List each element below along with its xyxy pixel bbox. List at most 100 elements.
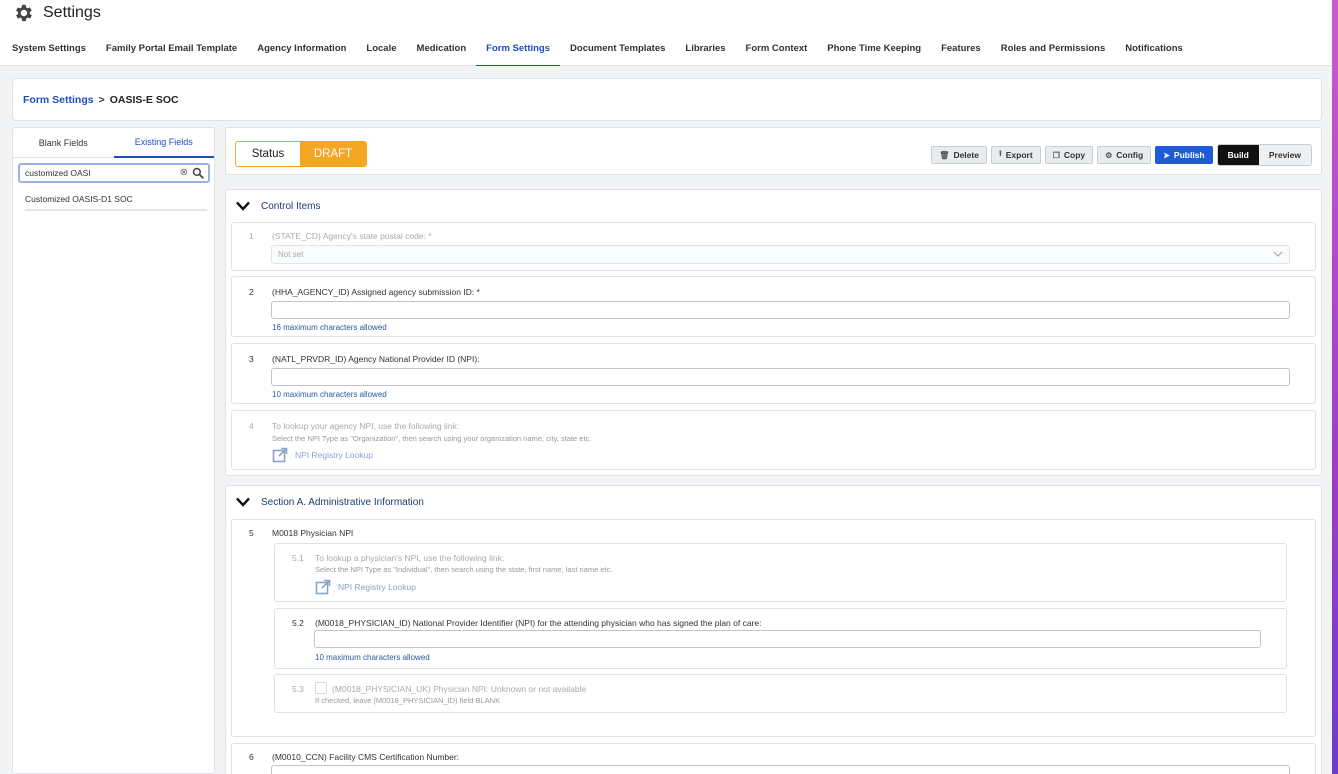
delete-button[interactable]: 🗑 Delete xyxy=(931,146,987,164)
item-number: 2 xyxy=(249,287,254,297)
item-label: To lookup your agency NPI, use the follo… xyxy=(272,421,460,431)
item-hint: 16 maximum characters allowed xyxy=(272,323,387,332)
npi-registry-link[interactable]: NPI Registry Lookup xyxy=(315,579,416,595)
gear-icon: ⚙ xyxy=(1105,150,1113,160)
work-area: Form Settings > OASIS-E SOC Blank Fields… xyxy=(0,66,1332,774)
field-library-tabs: Blank Fields Existing Fields xyxy=(13,128,214,158)
result-divider xyxy=(25,209,207,211)
item-label: (HHA_AGENCY_ID) Assigned agency submissi… xyxy=(272,287,480,297)
tab-form-settings[interactable]: Form Settings xyxy=(476,36,561,67)
section-title: Control Items xyxy=(261,200,321,212)
facility-ccn-field[interactable] xyxy=(271,765,1290,774)
export-label: Export xyxy=(1005,150,1033,160)
agency-npi-input[interactable] xyxy=(272,371,1289,387)
external-link-icon xyxy=(272,447,288,463)
sub-item-number: 5.1 xyxy=(292,553,304,563)
form-item: 4 To lookup your agency NPI, use the fol… xyxy=(231,410,1316,470)
breadcrumb-form-settings-link[interactable]: Form Settings xyxy=(23,94,94,106)
send-icon: ➤ xyxy=(1163,150,1170,160)
physician-npi-input[interactable] xyxy=(315,633,1260,649)
tab-phone-time-keeping[interactable]: Phone Time Keeping xyxy=(817,36,931,67)
copy-label: Copy xyxy=(1063,150,1086,160)
config-label: Config xyxy=(1116,150,1144,160)
build-toggle[interactable]: Build xyxy=(1217,145,1259,165)
section-administrative-information: Section A. Administrative Information 5 … xyxy=(225,485,1322,774)
physician-unknown-checkbox[interactable] xyxy=(315,682,327,694)
tab-agency-information[interactable]: Agency Information xyxy=(247,36,356,67)
tab-form-context[interactable]: Form Context xyxy=(736,36,818,67)
item-label: (NATL_PRVDR_ID) Agency National Provider… xyxy=(272,354,480,364)
section-header[interactable]: Control Items xyxy=(226,190,1321,222)
config-button[interactable]: ⚙ Config xyxy=(1097,146,1152,164)
tab-family-portal-email-template[interactable]: Family Portal Email Template xyxy=(96,36,247,67)
chevron-down-icon xyxy=(236,497,250,507)
agency-npi-field[interactable] xyxy=(271,368,1290,387)
tab-notifications[interactable]: Notifications xyxy=(1115,36,1193,67)
field-search-box: ⊗ xyxy=(18,163,210,183)
settings-tabs: System Settings Family Portal Email Temp… xyxy=(2,36,1193,67)
chevron-down-icon xyxy=(1273,251,1283,257)
tab-locale[interactable]: Locale xyxy=(356,36,406,67)
tab-existing-fields[interactable]: Existing Fields xyxy=(113,128,214,158)
status-badge: Status DRAFT xyxy=(235,141,367,167)
section-header[interactable]: Section A. Administrative Information xyxy=(226,486,1321,518)
tab-system-settings[interactable]: System Settings xyxy=(2,36,96,67)
item-subtext: Select the NPI Type as "Organization", t… xyxy=(272,434,592,443)
page-title: Settings xyxy=(43,4,101,21)
tab-libraries[interactable]: Libraries xyxy=(675,36,735,67)
item-hint: 10 maximum characters allowed xyxy=(272,390,387,399)
field-library-panel: Blank Fields Existing Fields ⊗ Customize… xyxy=(12,127,215,774)
facility-ccn-input[interactable] xyxy=(272,768,1289,774)
sub-item-label: (M0018_PHYSICIAN_ID) National Provider I… xyxy=(315,618,762,628)
export-button[interactable]: ⭱ Export xyxy=(990,146,1041,164)
window-edge-gradient xyxy=(1332,0,1338,774)
view-mode-toggle: Build Preview xyxy=(1216,144,1312,166)
item-number: 4 xyxy=(249,421,254,431)
clear-search-icon[interactable]: ⊗ xyxy=(180,167,188,178)
status-value: DRAFT xyxy=(300,142,366,166)
tab-document-templates[interactable]: Document Templates xyxy=(560,36,675,67)
chevron-down-icon xyxy=(236,201,250,211)
form-item: 6 (M0010_CCN) Facility CMS Certification… xyxy=(231,743,1316,774)
status-label: Status xyxy=(236,142,300,166)
form-toolbar: Status DRAFT 🗑 Delete ⭱ Export ❐ Copy ⚙ Conf… xyxy=(225,127,1322,175)
sub-item-number: 5.2 xyxy=(292,618,304,628)
item-label: M0018 Physician NPI xyxy=(272,528,354,538)
section-control-items: Control Items 1 (STATE_CD) Agency's stat… xyxy=(225,189,1322,476)
field-search-input[interactable] xyxy=(25,168,175,178)
search-icon[interactable] xyxy=(192,167,204,179)
link-label: NPI Registry Lookup xyxy=(338,582,416,592)
tab-blank-fields[interactable]: Blank Fields xyxy=(13,128,114,158)
section-title: Section A. Administrative Information xyxy=(261,496,424,508)
tab-features[interactable]: Features xyxy=(931,36,991,67)
tab-roles-and-permissions[interactable]: Roles and Permissions xyxy=(991,36,1116,67)
npi-registry-link[interactable]: NPI Registry Lookup xyxy=(272,447,373,463)
sub-item: 5.2 (M0018_PHYSICIAN_ID) National Provid… xyxy=(274,608,1287,669)
item-number: 5 xyxy=(249,528,254,538)
item-label: (STATE_CD) Agency's state postal code: * xyxy=(272,231,432,241)
sub-item-label: To lookup a physician's NPI, use the fol… xyxy=(315,553,505,563)
sub-item: 5.1 To lookup a physician's NPI, use the… xyxy=(274,543,1287,602)
upload-icon: ⭱ xyxy=(998,149,1002,158)
copy-icon: ❐ xyxy=(1052,150,1060,160)
breadcrumb: Form Settings > OASIS-E SOC xyxy=(12,78,1322,121)
preview-toggle[interactable]: Preview xyxy=(1258,145,1311,165)
link-label: NPI Registry Lookup xyxy=(295,450,373,460)
copy-button[interactable]: ❐ Copy xyxy=(1044,146,1094,164)
agency-id-input[interactable] xyxy=(272,304,1289,320)
state-code-select: Not set xyxy=(271,245,1290,264)
external-link-icon xyxy=(315,579,331,595)
app-title-row: Settings xyxy=(12,2,101,24)
publish-button[interactable]: ➤ Publish xyxy=(1155,146,1213,164)
form-item-group: 5 M0018 Physician NPI 5.1 To lookup a ph… xyxy=(231,519,1316,737)
form-item: 3 (NATL_PRVDR_ID) Agency National Provid… xyxy=(231,343,1316,404)
search-result-item[interactable]: Customized OASIS-D1 SOC xyxy=(25,194,133,204)
sub-item-hint: 10 maximum characters allowed xyxy=(315,653,430,662)
physician-npi-field[interactable] xyxy=(314,630,1261,649)
sub-item-number: 5.3 xyxy=(292,684,304,694)
sub-item-subtext: If checked, leave (M0018_PHYSICIAN_ID) f… xyxy=(315,696,501,705)
item-label: (M0010_CCN) Facility CMS Certification N… xyxy=(272,752,460,762)
toolbar-actions: 🗑 Delete ⭱ Export ❐ Copy ⚙ Config ➤ Publish B… xyxy=(927,144,1312,166)
tab-medication[interactable]: Medication xyxy=(407,36,477,67)
agency-id-field[interactable] xyxy=(271,301,1290,320)
